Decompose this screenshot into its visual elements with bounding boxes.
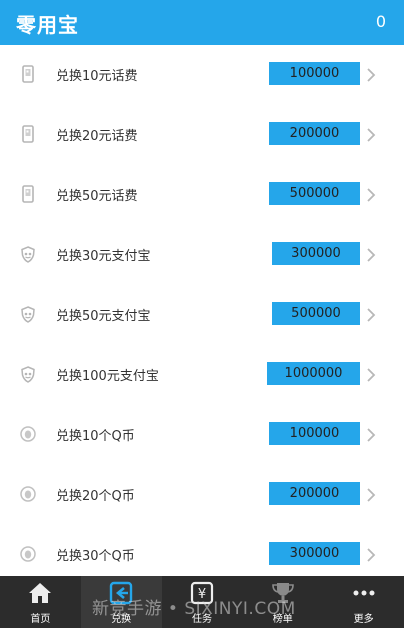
exchange-item[interactable]: 兑换10元话费 100000 [0,45,404,105]
qq-penguin-icon [19,545,37,563]
balance-count: 0 [375,12,386,31]
exchange-item-label: 兑换30元支付宝 [56,249,151,264]
phone-icon [19,125,37,143]
more-icon [351,580,377,606]
alipay-shield-icon [19,365,37,383]
exchange-item[interactable]: 兑换10个Q币 100000 [0,405,404,465]
bottom-tab-bar: 首页 兑换 ¥ 任务 榜单 更多 [0,576,404,628]
exchange-item[interactable]: 兑换50元支付宝 500000 [0,285,404,345]
tab-yuan[interactable]: ¥ 任务 [162,576,243,628]
exchange-cost-button[interactable]: 300000 [269,542,360,565]
chevron-right-icon [366,367,380,382]
chevron-right-icon [366,67,380,82]
exchange-cost-button[interactable]: 1000000 [267,362,360,385]
home-icon [27,580,53,606]
phone-icon [19,185,37,203]
exchange-item-label: 兑换10元话费 [56,69,138,84]
exchange-item-label: 兑换10个Q币 [56,429,135,444]
chevron-right-icon [366,547,380,562]
tab-more[interactable]: 更多 [323,576,404,628]
exchange-cost-button[interactable]: 500000 [269,182,360,205]
tab-label: 更多 [353,614,374,625]
trophy-icon [270,580,296,606]
chevron-right-icon [366,127,380,142]
exchange-item[interactable]: 兑换30元支付宝 300000 [0,225,404,285]
svg-text:¥: ¥ [198,587,206,602]
exchange-item[interactable]: 兑换50元话费 500000 [0,165,404,225]
qq-penguin-icon [19,485,37,503]
exchange-cost-button[interactable]: 200000 [269,482,360,505]
exchange-item-label: 兑换20元话费 [56,129,138,144]
chevron-right-icon [366,247,380,262]
exchange-cost-button[interactable]: 100000 [269,422,360,445]
exchange-cost-button[interactable]: 500000 [272,302,360,325]
tab-label: 任务 [191,614,212,625]
chevron-right-icon [366,487,380,502]
exchange-icon [108,580,134,606]
exchange-item[interactable]: 兑换20元话费 200000 [0,105,404,165]
chevron-right-icon [366,187,380,202]
tab-label: 兑换 [111,614,132,625]
exchange-item-label: 兑换50元话费 [56,189,138,204]
tab-label: 榜单 [272,614,293,625]
exchange-cost-button[interactable]: 100000 [269,62,360,85]
alipay-shield-icon [19,305,37,323]
exchange-item-label: 兑换20个Q币 [56,489,135,504]
phone-icon [19,65,37,83]
exchange-cost-button[interactable]: 300000 [272,242,360,265]
qq-penguin-icon [19,425,37,443]
tab-exchange[interactable]: 兑换 [80,576,162,628]
alipay-shield-icon [19,245,37,263]
chevron-right-icon [366,307,380,322]
chevron-right-icon [366,427,380,442]
tab-home[interactable]: 首页 [0,576,81,628]
app-header: 零用宝 0 [0,0,404,45]
yuan-icon: ¥ [189,580,215,606]
tab-label: 首页 [30,614,51,625]
exchange-item-label: 兑换50元支付宝 [56,309,151,324]
exchange-list: 兑换10元话费 100000 兑换20元话费 200000 兑换50元话费 500000 兑… [0,45,404,585]
app-title: 零用宝 [16,13,79,37]
exchange-item[interactable]: 兑换100元支付宝 1000000 [0,345,404,405]
exchange-item-label: 兑换100元支付宝 [56,369,159,384]
exchange-item-label: 兑换30个Q币 [56,549,135,564]
tab-trophy[interactable]: 榜单 [242,576,323,628]
exchange-cost-button[interactable]: 200000 [269,122,360,145]
exchange-item[interactable]: 兑换20个Q币 200000 [0,465,404,525]
